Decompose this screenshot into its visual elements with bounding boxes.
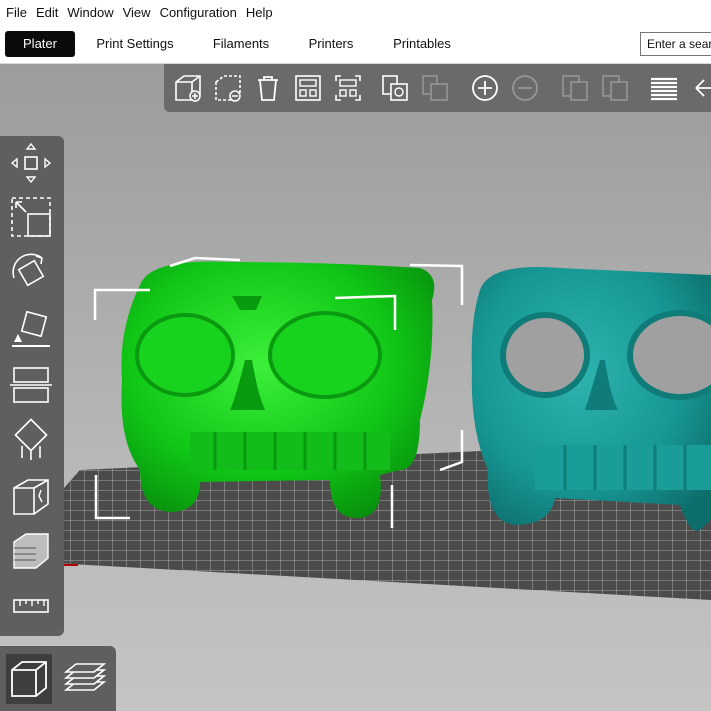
3d-view-icon[interactable] <box>6 654 52 704</box>
menu-window[interactable]: Window <box>61 5 113 20</box>
add-instance-icon[interactable] <box>469 72 501 104</box>
measure-icon[interactable] <box>8 584 54 630</box>
3d-viewport[interactable] <box>0 64 711 711</box>
delete-object-icon[interactable] <box>212 72 244 104</box>
arrange-selection-icon[interactable] <box>332 72 364 104</box>
supports-painting-icon[interactable] <box>8 418 54 464</box>
menu-edit[interactable]: Edit <box>30 5 58 20</box>
copy-icon[interactable] <box>379 72 411 104</box>
menu-view[interactable]: View <box>117 5 151 20</box>
layers-editing-icon[interactable] <box>648 72 680 104</box>
place-on-face-icon[interactable] <box>8 306 54 352</box>
scene-canvas[interactable] <box>0 64 711 711</box>
menu-configuration[interactable]: Configuration <box>154 5 237 20</box>
object-skull-2[interactable] <box>471 266 711 531</box>
tab-filaments[interactable]: Filaments <box>205 31 277 57</box>
cut-icon[interactable] <box>8 362 54 408</box>
menu-help[interactable]: Help <box>240 5 273 20</box>
bottom-toolbar <box>0 646 116 711</box>
rotate-icon[interactable] <box>8 250 54 296</box>
tab-printers[interactable]: Printers <box>300 31 362 57</box>
add-object-icon[interactable] <box>172 72 204 104</box>
move-icon[interactable] <box>8 140 54 186</box>
menu-file[interactable]: File <box>0 5 27 20</box>
split-parts-icon[interactable] <box>599 72 631 104</box>
undo-icon[interactable] <box>692 72 711 104</box>
scale-icon[interactable] <box>8 194 54 240</box>
arrange-icon[interactable] <box>292 72 324 104</box>
split-objects-icon[interactable] <box>559 72 591 104</box>
paste-icon[interactable] <box>419 72 451 104</box>
delete-all-icon[interactable] <box>252 72 284 104</box>
remove-instance-icon[interactable] <box>509 72 541 104</box>
seam-painting-icon[interactable] <box>8 474 54 520</box>
search-input[interactable]: Enter a search term <box>640 32 711 56</box>
left-toolbar <box>0 136 64 636</box>
variable-layer-icon[interactable] <box>8 528 54 574</box>
tab-bar: Plater Print Settings Filaments Printers… <box>0 25 711 64</box>
top-toolbar <box>164 64 711 112</box>
menu-bar: File Edit Window View Configuration Help <box>0 0 711 25</box>
preview-icon[interactable] <box>60 654 110 704</box>
tab-plater[interactable]: Plater <box>5 31 75 57</box>
tab-print-settings[interactable]: Print Settings <box>92 31 178 57</box>
tab-printables[interactable]: Printables <box>388 31 456 57</box>
